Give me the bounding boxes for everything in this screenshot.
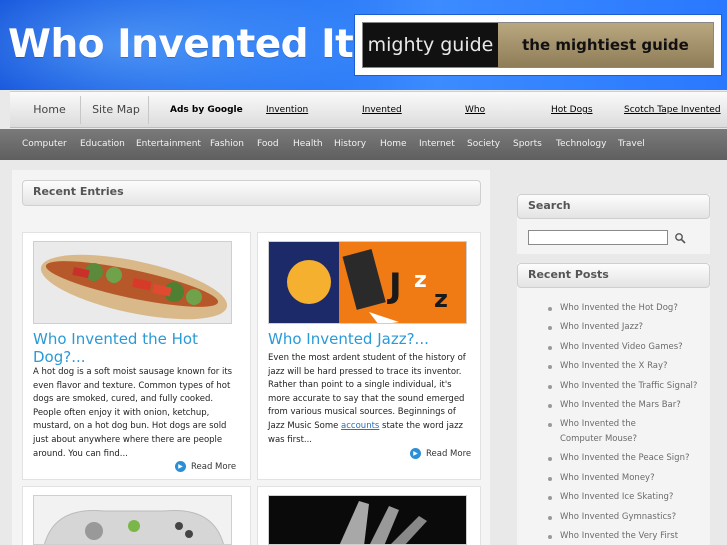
category-technology[interactable]: Technology [556,129,606,160]
banner-left-text: mighty guide [363,23,498,67]
svg-text:J: J [387,266,402,306]
banner-inner: mighty guide the mightiest guide [362,22,714,68]
svg-text:z: z [414,268,427,293]
top-navigation: Home Site Map Ads by Google Invention In… [10,91,727,128]
recent-post-link[interactable]: Who Invented Ice Skating? [548,488,720,507]
read-more-label: Read More [426,448,472,459]
controller-image [34,496,231,544]
recent-post-link[interactable]: Who Invented Money? [548,469,720,488]
post-thumbnail-hot-dog[interactable] [33,241,232,324]
site-logo[interactable]: Who Invented It [8,22,354,67]
category-fashion[interactable]: Fashion [210,129,244,160]
recent-post-link[interactable]: Who Invented Jazz? [548,318,720,337]
recent-posts-title: Recent Posts [528,268,609,281]
nav-home[interactable]: Home [22,92,77,128]
category-bar: Computer Education Entertainment Fashion… [0,129,727,160]
recent-post-link[interactable]: Who Invented the Traffic Signal? [548,377,720,396]
read-more-label: Read More [191,461,237,472]
site-header: Who Invented It mighty guide the mightie… [0,0,727,90]
recent-post-link[interactable]: Who Invented the Peace Sign? [548,449,720,468]
post-excerpt-jazz: Even the most ardent student of the hist… [268,352,473,447]
recent-post-link[interactable]: Who Invented Video Games? [548,338,720,357]
hot-dog-image [34,242,231,323]
recent-post-link[interactable]: Who Invented the Computer Mouse? [548,415,678,449]
category-entertainment[interactable]: Entertainment [136,129,201,160]
recent-post-link[interactable]: Who Invented the X Ray? [548,357,720,376]
post-thumbnail-x-ray[interactable] [268,495,467,545]
category-society[interactable]: Society [467,129,500,160]
category-sports[interactable]: Sports [513,129,542,160]
svg-text:z: z [434,285,448,313]
category-home[interactable]: Home [380,129,407,160]
search-title: Search [528,199,571,212]
recent-posts-list: Who Invented the Hot Dog? Who Invented J… [548,299,720,545]
post-excerpt-hot-dog: A hot dog is a soft moist sausage known … [33,367,233,459]
ad-link-invention[interactable]: Invention [266,92,308,128]
recent-post-link[interactable]: Who Invented the Mars Bar? [548,396,720,415]
read-more-hot-dog[interactable]: ▶ Read More [175,461,236,472]
arrow-right-icon: ▶ [175,461,186,472]
accounts-link[interactable]: accounts [341,421,379,431]
recent-entries-title: Recent Entries [33,185,124,198]
recent-post-link[interactable]: Who Invented the Hot Dog? [548,299,720,318]
nav-sitemap[interactable]: Site Map [84,92,148,128]
post-title-hot-dog[interactable]: Who Invented the Hot Dog?... [33,330,245,366]
category-computer[interactable]: Computer [22,129,67,160]
ad-link-hot-dogs[interactable]: Hot Dogs [551,92,593,128]
header-banner-ad[interactable]: mighty guide the mightiest guide [354,14,722,76]
category-travel[interactable]: Travel [618,129,645,160]
category-internet[interactable]: Internet [419,129,455,160]
recent-post-link[interactable]: Who Invented Gymnastics? [548,508,720,527]
category-education[interactable]: Education [80,129,125,160]
post-thumbnail-video-games[interactable] [33,495,232,545]
search-input[interactable] [528,230,668,245]
x-ray-image [269,496,466,544]
search-header: Search [517,194,710,219]
ad-link-scotch-tape[interactable]: Scotch Tape Invented [624,92,721,128]
search-icon[interactable] [674,232,686,244]
arrow-right-icon: ▶ [410,448,421,459]
category-history[interactable]: History [334,129,366,160]
recent-entries-header: Recent Entries [22,180,481,206]
recent-post-link[interactable]: Who Invented the Very First [548,527,720,545]
ad-link-who[interactable]: Who [465,92,485,128]
category-food[interactable]: Food [257,129,279,160]
category-health[interactable]: Health [293,129,323,160]
ad-link-invented[interactable]: Invented [362,92,402,128]
banner-right-text: the mightiest guide [498,23,713,67]
recent-posts-header: Recent Posts [517,263,710,288]
excerpt-text: Even the most ardent student of the hist… [268,353,466,431]
jazz-image: J z z [269,242,466,323]
post-thumbnail-jazz[interactable]: J z z [268,241,467,324]
nav-divider [148,96,149,124]
read-more-jazz[interactable]: ▶ Read More [410,448,471,459]
nav-divider [80,96,81,124]
post-title-jazz[interactable]: Who Invented Jazz?... [268,330,473,348]
ads-by-google-label[interactable]: Ads by Google [170,92,243,128]
